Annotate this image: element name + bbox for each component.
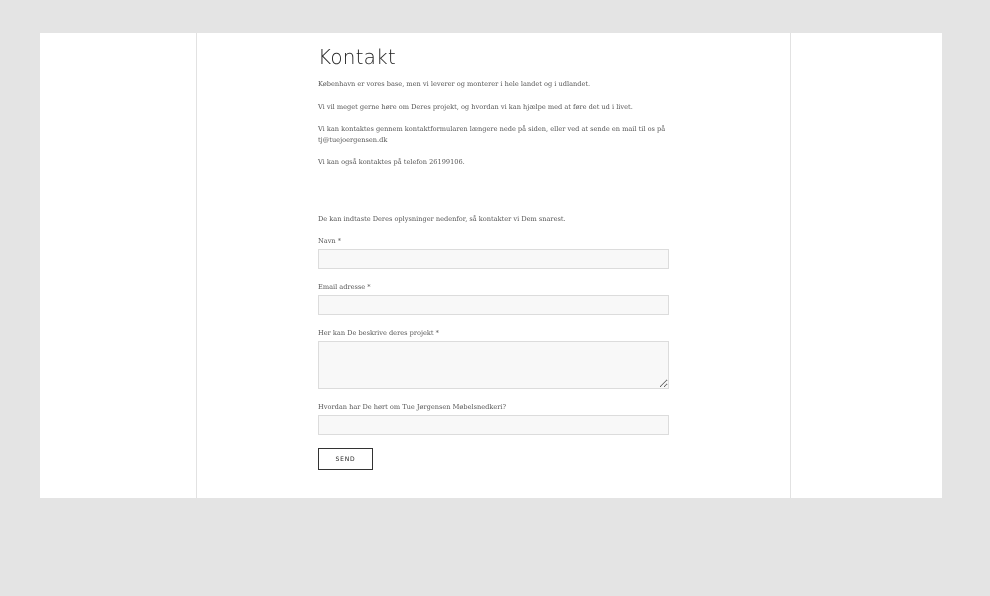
source-label: Hvordan har De hørt om Tue Jørgensen Møb… [318, 403, 507, 411]
info-paragraph-base: København er vores base, men vi leverer … [318, 80, 591, 88]
column-divider-left [196, 33, 197, 498]
page-container: Kontakt København er vores base, men vi … [40, 33, 942, 498]
name-label: Navn * [318, 237, 342, 245]
name-input[interactable] [318, 249, 669, 269]
form-intro: De kan indtaste Deres oplysninger nedenf… [318, 214, 566, 223]
email-label: Email adresse * [318, 283, 371, 291]
column-divider-right [790, 33, 791, 498]
source-input[interactable] [318, 415, 669, 435]
info-paragraph-contact-form: Vi kan kontaktes gennem kontaktformulare… [318, 125, 666, 144]
contact-content: Kontakt København er vores base, men vi … [318, 45, 670, 470]
project-label: Her kan De beskrive deres projekt * [318, 329, 439, 337]
email-input[interactable] [318, 295, 669, 315]
info-paragraph-project: Vi vil meget gerne høre om Deres projekt… [318, 102, 633, 111]
contact-form: De kan indtaste Deres oplysninger nedenf… [318, 214, 670, 470]
page-title: Kontakt [318, 45, 396, 69]
info-paragraph-phone: Vi kan også kontaktes på telefon 2619910… [318, 158, 465, 166]
send-button[interactable]: SEND [318, 448, 373, 470]
project-textarea[interactable] [318, 341, 669, 389]
